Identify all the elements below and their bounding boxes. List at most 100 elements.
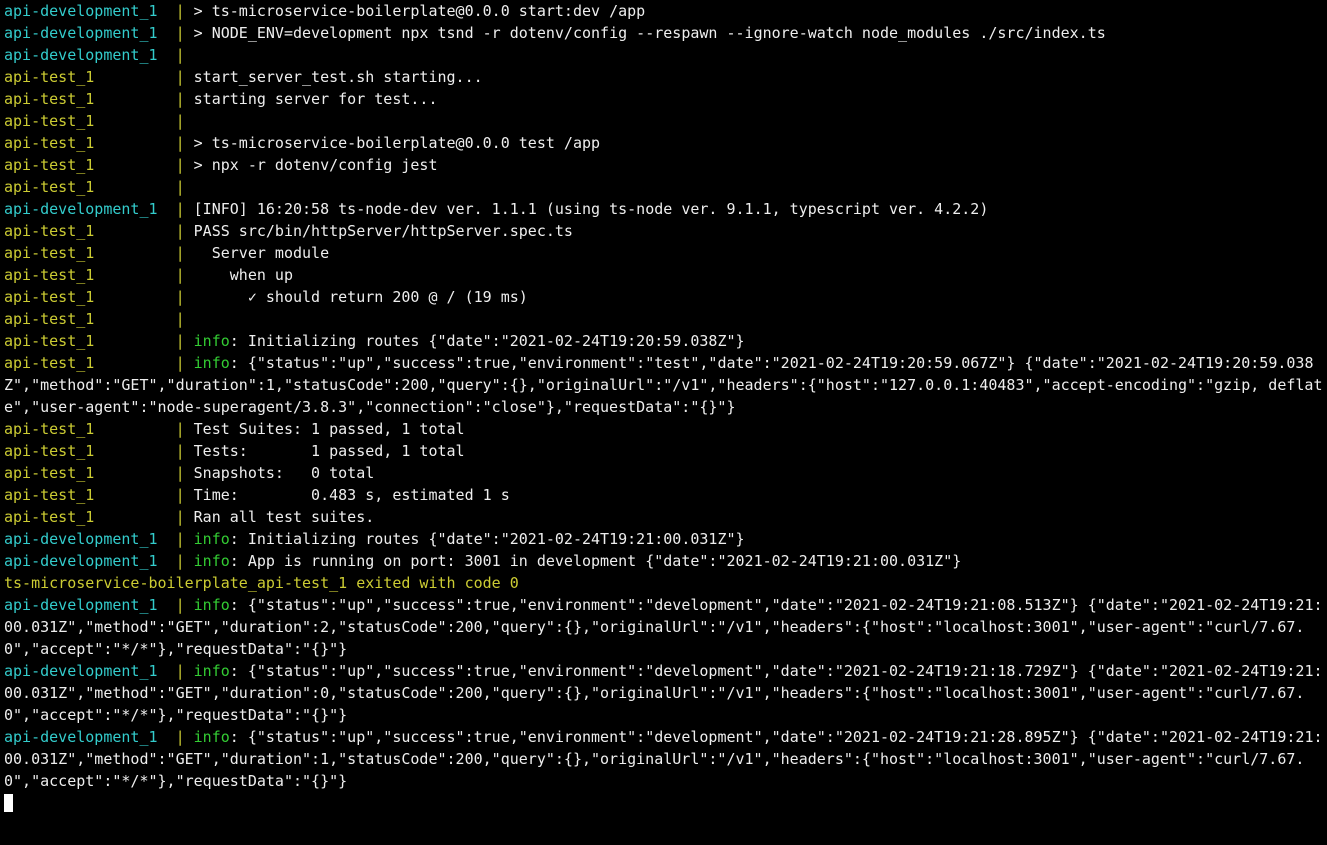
log-segment: api-test_1 <box>4 310 176 328</box>
log-segment: | <box>176 310 185 328</box>
log-line: api-development_1 | info: {"status":"up"… <box>4 660 1323 726</box>
log-segment: api-test_1 <box>4 486 176 504</box>
log-segment: api-development_1 <box>4 728 176 746</box>
log-segment: when up <box>185 266 293 284</box>
log-segment: api-test_1 <box>4 90 176 108</box>
log-segment: : Initializing routes {"date":"2021-02-2… <box>230 530 745 548</box>
log-segment <box>185 596 194 614</box>
log-segment: start_server_test.sh starting... <box>185 68 483 86</box>
log-segment: Tests: 1 passed, 1 total <box>185 442 465 460</box>
log-segment: | <box>176 486 185 504</box>
log-segment: : App is running on port: 3001 in develo… <box>230 552 962 570</box>
log-segment: | <box>176 728 185 746</box>
log-line: api-development_1 | info: App is running… <box>4 550 1323 572</box>
log-segment: info <box>194 354 230 372</box>
log-segment: info <box>194 596 230 614</box>
log-segment: info <box>194 552 230 570</box>
log-segment: api-test_1 <box>4 156 176 174</box>
log-segment: api-development_1 <box>4 662 176 680</box>
log-line: api-test_1 | ✓ should return 200 @ / (19… <box>4 286 1323 308</box>
log-segment: info <box>194 728 230 746</box>
log-segment <box>185 354 194 372</box>
log-line: api-test_1 | <box>4 110 1323 132</box>
log-line: api-development_1 | info: Initializing r… <box>4 528 1323 550</box>
log-segment: api-development_1 <box>4 24 176 42</box>
log-segment: api-test_1 <box>4 178 176 196</box>
log-segment: api-test_1 <box>4 222 176 240</box>
log-segment: api-test_1 <box>4 508 176 526</box>
log-segment: Test Suites: 1 passed, 1 total <box>185 420 465 438</box>
log-segment: ts-microservice-boilerplate_api-test_1 e… <box>4 574 519 592</box>
log-segment: | <box>176 442 185 460</box>
log-segment: Ran all test suites. <box>185 508 375 526</box>
log-segment: api-test_1 <box>4 112 176 130</box>
log-segment: PASS src/bin/httpServer/httpServer.spec.… <box>185 222 573 240</box>
log-segment: | <box>176 156 185 174</box>
log-line: api-test_1 | PASS src/bin/httpServer/htt… <box>4 220 1323 242</box>
log-segment: api-development_1 <box>4 46 176 64</box>
log-segment <box>185 332 194 350</box>
log-segment: api-test_1 <box>4 420 176 438</box>
log-segment: api-development_1 <box>4 530 176 548</box>
log-segment: api-development_1 <box>4 2 176 20</box>
log-line: api-test_1 | <box>4 308 1323 330</box>
log-line: api-test_1 | info: Initializing routes {… <box>4 330 1323 352</box>
log-segment: > ts-microservice-boilerplate@0.0.0 test… <box>185 134 600 152</box>
log-segment: api-test_1 <box>4 266 176 284</box>
log-segment: | <box>176 464 185 482</box>
log-segment: api-development_1 <box>4 200 176 218</box>
log-segment: starting server for test... <box>185 90 438 108</box>
log-line: api-development_1 | [INFO] 16:20:58 ts-n… <box>4 198 1323 220</box>
log-segment: | <box>176 508 185 526</box>
log-segment: > NODE_ENV=development npx tsnd -r doten… <box>185 24 1106 42</box>
log-line: api-test_1 | Server module <box>4 242 1323 264</box>
cursor <box>4 794 13 812</box>
log-segment: | <box>176 266 185 284</box>
log-segment: | <box>176 200 185 218</box>
log-segment: | <box>176 662 185 680</box>
log-segment: | <box>176 90 185 108</box>
log-segment: Snapshots: 0 total <box>185 464 375 482</box>
log-segment <box>185 530 194 548</box>
log-segment: info <box>194 332 230 350</box>
log-line: api-test_1 | info: {"status":"up","succe… <box>4 352 1323 418</box>
log-segment: | <box>176 420 185 438</box>
log-segment: | <box>176 46 185 64</box>
log-segment: : Initializing routes {"date":"2021-02-2… <box>230 332 745 350</box>
log-segment: info <box>194 530 230 548</box>
log-line: api-test_1 | Time: 0.483 s, estimated 1 … <box>4 484 1323 506</box>
log-segment: [INFO] 16:20:58 ts-node-dev ver. 1.1.1 (… <box>185 200 989 218</box>
log-segment: | <box>176 24 185 42</box>
log-segment <box>185 728 194 746</box>
log-segment: api-test_1 <box>4 354 176 372</box>
log-segment: | <box>176 68 185 86</box>
log-line: api-test_1 | Ran all test suites. <box>4 506 1323 528</box>
log-segment: api-test_1 <box>4 244 176 262</box>
log-line: ts-microservice-boilerplate_api-test_1 e… <box>4 572 1323 594</box>
log-line: api-test_1 | Test Suites: 1 passed, 1 to… <box>4 418 1323 440</box>
log-segment <box>185 552 194 570</box>
log-line: api-development_1 | <box>4 44 1323 66</box>
log-segment: | <box>176 552 185 570</box>
log-line: api-development_1 | info: {"status":"up"… <box>4 594 1323 660</box>
log-segment: api-test_1 <box>4 332 176 350</box>
log-segment: | <box>176 596 185 614</box>
log-segment: | <box>176 2 185 20</box>
log-line: api-development_1 | info: {"status":"up"… <box>4 726 1323 792</box>
log-segment: info <box>194 662 230 680</box>
log-line: api-test_1 | <box>4 176 1323 198</box>
log-segment: api-development_1 <box>4 596 176 614</box>
log-line: api-test_1 | Snapshots: 0 total <box>4 462 1323 484</box>
log-segment: api-test_1 <box>4 134 176 152</box>
log-segment: api-test_1 <box>4 288 176 306</box>
log-segment: > npx -r dotenv/config jest <box>185 156 438 174</box>
log-line: api-test_1 | > npx -r dotenv/config jest <box>4 154 1323 176</box>
log-segment: api-test_1 <box>4 68 176 86</box>
log-segment: > ts-microservice-boilerplate@0.0.0 star… <box>185 2 646 20</box>
log-line: api-test_1 | Tests: 1 passed, 1 total <box>4 440 1323 462</box>
log-line: api-test_1 | start_server_test.sh starti… <box>4 66 1323 88</box>
log-segment: Server module <box>185 244 330 262</box>
terminal-output[interactable]: api-development_1 | > ts-microservice-bo… <box>0 0 1327 814</box>
log-segment: | <box>176 354 185 372</box>
log-line: api-development_1 | > NODE_ENV=developme… <box>4 22 1323 44</box>
